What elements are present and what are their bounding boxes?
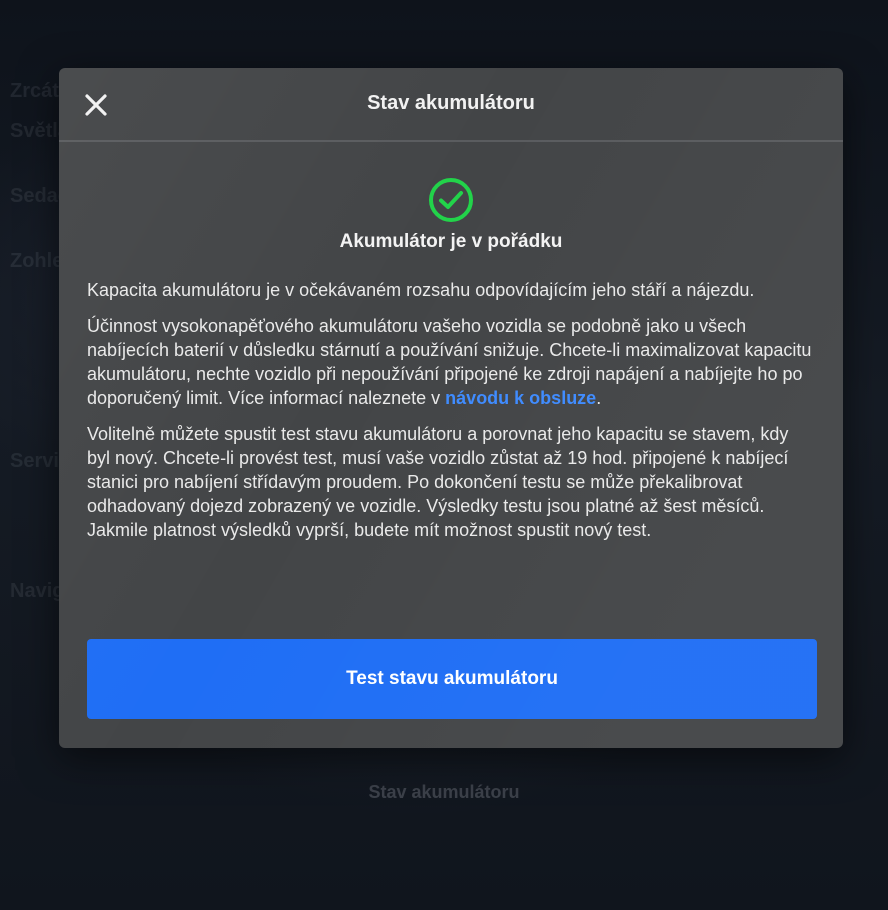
- efficiency-paragraph: Účinnost vysokonapěťového akumulátoru va…: [87, 314, 815, 410]
- dialog-body: Kapacita akumulátoru je v očekávaném roz…: [87, 278, 815, 554]
- test-info-paragraph: Volitelně můžete spustit test stavu akum…: [87, 424, 789, 540]
- capacity-paragraph: Kapacita akumulátoru je v očekávaném roz…: [87, 280, 755, 300]
- battery-status: Akumulátor je v pořádku: [59, 176, 843, 253]
- efficiency-text-end: .: [596, 388, 602, 408]
- check-circle-icon: [427, 176, 475, 224]
- battery-health-dialog: Stav akumulátoru Akumulátor je v pořádku…: [59, 68, 843, 748]
- owners-manual-link[interactable]: návodu k obsluze: [445, 388, 596, 408]
- battery-test-button[interactable]: Test stavu akumulátoru: [87, 639, 817, 719]
- background-section-title: Stav akumulátoru: [368, 782, 520, 802]
- status-text: Akumulátor je v pořádku: [339, 231, 563, 252]
- dialog-header: Stav akumulátoru: [59, 68, 843, 142]
- dialog-title: Stav akumulátoru: [367, 92, 535, 114]
- car-screen-background: Zrcátka Světla Sedadla Zohlednit Servis …: [0, 0, 888, 910]
